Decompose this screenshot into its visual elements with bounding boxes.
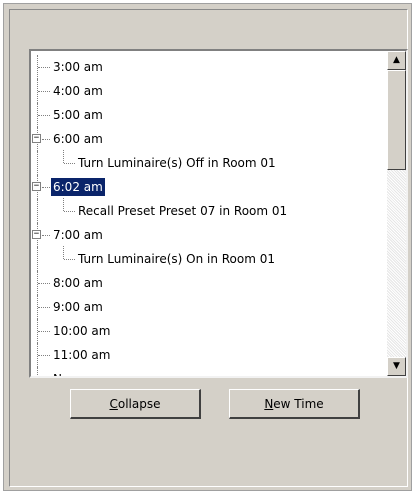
collapse-mnemonic: C	[109, 396, 118, 411]
collapse-node-icon[interactable]: −	[32, 134, 41, 143]
tree-action-node[interactable]: Turn Luminaire(s) Off in Room 01	[31, 150, 386, 175]
tree-list: 3:00 am 4:00 am 5:00 am − 6:00 am Turn Lumina…	[31, 55, 386, 376]
collapse-label-rest: ollapse	[117, 396, 161, 411]
tree-node-label[interactable]: 9:00 am	[51, 298, 105, 316]
tree-branch-line	[38, 91, 50, 92]
new-time-mnemonic: N	[264, 396, 274, 411]
tree-node-label[interactable]: 10:00 am	[51, 322, 112, 340]
tree-branch-line	[38, 67, 50, 68]
tree-time-node[interactable]: − 6:00 am	[31, 127, 386, 151]
scroll-thumb[interactable]	[387, 70, 406, 170]
collapse-button[interactable]: Collapse	[70, 389, 201, 419]
tree-connector-line	[37, 151, 38, 175]
tree-time-node[interactable]: −6:02 am	[31, 175, 386, 199]
tree-node-label[interactable]: Turn Luminaire(s) Off in Room 01	[76, 154, 278, 172]
vertical-scrollbar[interactable]: ▲ ▼	[387, 51, 406, 376]
tree-child-connector	[63, 246, 64, 259]
tree-branch-line	[42, 235, 50, 236]
tree-time-node[interactable]: − 7:00 am	[31, 223, 386, 247]
collapse-node-icon[interactable]: −	[32, 230, 41, 239]
scroll-down-button[interactable]: ▼	[387, 357, 406, 376]
tree-action-node[interactable]: Recall Preset Preset 07 in Room 01	[31, 198, 386, 223]
tree-node-label[interactable]: 7:00 am	[51, 226, 105, 244]
schedule-tree[interactable]: 3:00 am 4:00 am 5:00 am − 6:00 am Turn Lumina…	[29, 49, 408, 378]
tree-action-node[interactable]: Turn Luminaire(s) On in Room 01	[31, 246, 386, 271]
tree-connector-line	[37, 199, 38, 223]
tree-child-connector	[63, 198, 64, 211]
tree-node-label[interactable]: 8:00 am	[51, 274, 105, 292]
tree-node-label[interactable]: Recall Preset Preset 07 in Room 01	[76, 202, 289, 220]
scroll-up-button[interactable]: ▲	[387, 51, 406, 70]
tree-branch-line	[64, 259, 75, 260]
tree-time-node[interactable]: 4:00 am	[31, 79, 386, 103]
tree-time-node[interactable]: 8:00 am	[31, 271, 386, 295]
tree-node-label[interactable]: Turn Luminaire(s) On in Room 01	[76, 250, 277, 268]
new-time-button[interactable]: New Time	[229, 389, 360, 419]
tree-node-label[interactable]: 6:02 am	[50, 177, 106, 197]
new-time-label-rest: ew Time	[273, 396, 324, 411]
tree-branch-line	[38, 331, 50, 332]
collapse-node-icon[interactable]: −	[32, 182, 41, 191]
tree-connector-line	[37, 367, 38, 376]
tree-node-label[interactable]: N...	[51, 370, 75, 376]
tree-child-connector	[63, 150, 64, 163]
tree-node-label[interactable]: 4:00 am	[51, 82, 105, 100]
tree-time-node[interactable]: 11:00 am	[31, 343, 386, 367]
tree-node-label[interactable]: 6:00 am	[51, 130, 105, 148]
tree-node-label[interactable]: 3:00 am	[51, 58, 105, 76]
tree-node-label[interactable]: 11:00 am	[51, 346, 112, 364]
tree-branch-line	[38, 283, 50, 284]
tree-time-node[interactable]: 3:00 am	[31, 55, 386, 79]
tree-branch-line	[42, 187, 50, 188]
tree-time-node[interactable]: 10:00 am	[31, 319, 386, 343]
tree-branch-line	[38, 355, 50, 356]
tree-time-node[interactable]: N...	[31, 367, 386, 376]
tree-branch-line	[64, 211, 75, 212]
tree-branch-line	[64, 163, 75, 164]
tree-time-node[interactable]: 5:00 am	[31, 103, 386, 127]
tree-branch-line	[38, 115, 50, 116]
tree-connector-line	[37, 247, 38, 271]
tree-branch-line	[42, 139, 50, 140]
tree-node-label[interactable]: 5:00 am	[51, 106, 105, 124]
tree-branch-line	[38, 307, 50, 308]
tree-time-node[interactable]: 9:00 am	[31, 295, 386, 319]
